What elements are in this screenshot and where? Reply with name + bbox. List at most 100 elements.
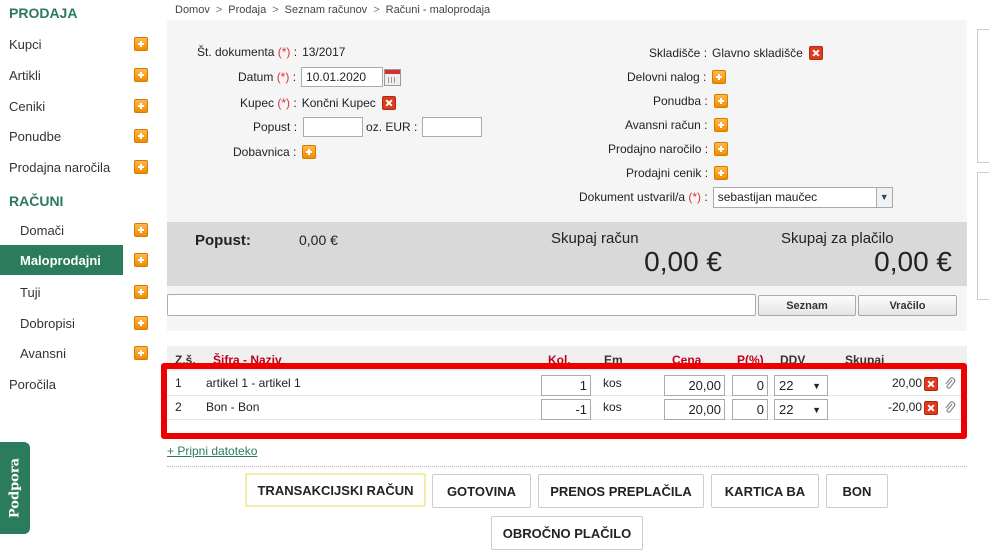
discount-eur-input[interactable] (422, 117, 483, 137)
date-input[interactable]: 10.01.2020 (301, 67, 384, 87)
sidebar-item-prodajna-narocila[interactable]: Prodajna naročila (0, 153, 155, 181)
row-total: 20,00 (891, 376, 922, 390)
section-title-racuni: RAČUNI (9, 193, 64, 209)
row-discount-input[interactable]: 0 (732, 375, 768, 396)
work-order-label: Delovni nalog : (627, 70, 707, 84)
plus-icon[interactable] (134, 37, 148, 51)
warehouse-label: Skladišče : (649, 46, 708, 60)
sidebar-item-dobropisi[interactable]: Dobropisi (0, 309, 155, 337)
total-to-pay-label: Skupaj za plačilo (781, 230, 894, 247)
plus-icon[interactable] (134, 129, 148, 143)
items-table: Z.š. Šifra - Naziv Kol. Em Cena P(%) DDV… (167, 341, 967, 437)
plus-icon[interactable] (713, 94, 728, 108)
plus-icon[interactable] (134, 285, 148, 299)
paperclip-icon[interactable] (944, 377, 956, 391)
remove-warehouse-icon[interactable] (808, 46, 823, 60)
document-number-label: Št. dokumenta (*) : (197, 45, 298, 59)
col-header-num: Z.š. (175, 353, 196, 367)
row-vat-value: 22 (779, 378, 794, 393)
sidebar-item-tuji[interactable]: Tuji (0, 278, 155, 306)
plus-icon[interactable] (134, 223, 148, 237)
chevron-down-icon: ▼ (875, 187, 892, 207)
sidebar-item-artikli[interactable]: Artikli (0, 61, 155, 89)
sidebar-item-avansni[interactable]: Avansni (0, 339, 155, 367)
sidebar-item-label: Domači (20, 222, 65, 238)
plus-icon[interactable] (134, 346, 148, 360)
discount-row: Popust : oz. EUR : (253, 117, 483, 137)
remove-customer-icon[interactable] (381, 96, 396, 110)
plus-icon[interactable] (302, 145, 317, 159)
created-by-select[interactable]: sebastijan maučec ▼ (712, 186, 893, 208)
sidebar-item-domaci[interactable]: Domači (0, 216, 155, 244)
pay-bank-transfer-button[interactable]: TRANSAKCIJSKI RAČUN (245, 473, 426, 507)
row-price-input[interactable]: 20,00 (664, 375, 725, 396)
plus-icon[interactable] (712, 70, 727, 84)
plus-icon[interactable] (714, 142, 729, 156)
sidebar-item-kupci[interactable]: Kupci (0, 30, 155, 58)
row-vat-select[interactable]: 22 ▼ (774, 375, 828, 396)
paperclip-icon[interactable] (944, 401, 956, 415)
created-by-value: sebastijan maučec (717, 190, 818, 204)
list-button[interactable]: Seznam (758, 295, 856, 316)
return-button[interactable]: Vračilo (858, 295, 957, 316)
sidebar-item-maloprodajni[interactable]: Maloprodajni (0, 245, 155, 275)
table-header: Z.š. Šifra - Naziv Kol. Em Cena P(%) DDV… (167, 346, 967, 371)
plus-icon[interactable] (714, 166, 729, 180)
breadcrumb-item-invoice-list[interactable]: Seznam računov (285, 4, 368, 16)
item-search-input[interactable] (167, 294, 756, 316)
sidebar-item-label: Artikli (9, 67, 41, 83)
row-qty-input[interactable]: 1 (541, 375, 591, 396)
discount-label: Popust : (253, 120, 298, 134)
remove-row-icon[interactable] (924, 377, 938, 391)
price-list-row: Prodajni cenik : (626, 163, 729, 183)
row-qty-input[interactable]: -1 (541, 399, 591, 420)
row-vat-select[interactable]: 22 ▼ (774, 399, 828, 420)
sidebar-item-ceniki[interactable]: Ceniki (0, 92, 155, 120)
created-by-row: Dokument ustvaril/a (*) : sebastijan mau… (579, 186, 893, 208)
plus-icon[interactable] (134, 160, 148, 174)
remove-row-icon[interactable] (924, 401, 938, 415)
total-to-pay-value: 0,00 € (874, 246, 952, 277)
col-header-discount[interactable]: P(%) (737, 353, 764, 367)
plus-icon[interactable] (134, 68, 148, 82)
breadcrumb-item-sales[interactable]: Prodaja (228, 4, 266, 16)
pay-cash-button[interactable]: GOTOVINA (432, 474, 531, 508)
document-number-row: Št. dokumenta (*) : 13/2017 (197, 42, 345, 62)
sidebar-item-label: Dobropisi (20, 315, 75, 331)
sidebar-item-ponudbe[interactable]: Ponudbe (0, 122, 155, 150)
total-invoice-value: 0,00 € (644, 246, 722, 277)
work-order-row: Delovni nalog : (627, 67, 727, 87)
section-title-prodaja: PRODAJA (9, 5, 78, 21)
plus-icon[interactable] (134, 253, 148, 267)
row-discount-input[interactable]: 0 (732, 399, 768, 420)
row-item-name: Bon - Bon (206, 400, 260, 414)
offer-label: Ponudba : (653, 94, 708, 108)
sidebar-item-label: Avansni (20, 345, 67, 361)
delivery-row: Dobavnica : (233, 142, 317, 162)
price-list-label: Prodajni cenik : (626, 166, 709, 180)
plus-icon[interactable] (713, 118, 728, 132)
col-header-price[interactable]: Cena (672, 353, 701, 367)
sidebar-item-label: Ponudbe (9, 128, 62, 144)
sidebar-item-label: Maloprodajni (20, 252, 101, 268)
sidebar-item-label: Tuji (20, 284, 41, 300)
plus-icon[interactable] (134, 99, 148, 113)
row-price-input[interactable]: 20,00 (664, 399, 725, 420)
calendar-icon[interactable] (384, 68, 402, 86)
breadcrumb-item-home[interactable]: Domov (175, 4, 210, 16)
col-header-code-name[interactable]: Šifra - Naziv (213, 353, 282, 367)
row-item-name: artikel 1 - artikel 1 (206, 376, 301, 390)
pay-overpayment-button[interactable]: PRENOS PREPLAČILA (538, 474, 704, 508)
pay-card-button[interactable]: KARTICA BA (711, 474, 819, 508)
col-header-qty[interactable]: Kol. (548, 353, 571, 367)
plus-icon[interactable] (134, 316, 148, 330)
sales-order-row: Prodajno naročilo : (608, 139, 729, 159)
breadcrumb-item-current: Računi - maloprodaja (385, 4, 491, 16)
pay-installments-button[interactable]: OBROČNO PLAČILO (491, 516, 643, 550)
discount-percent-input[interactable] (303, 117, 364, 137)
attach-file-link[interactable]: + Pripni datoteko (167, 444, 257, 458)
row-total: -20,00 (887, 400, 922, 414)
support-tab[interactable]: Podpora (0, 442, 30, 534)
sidebar-item-porocila[interactable]: Poročila (0, 370, 155, 398)
pay-voucher-button[interactable]: BON (826, 474, 888, 508)
